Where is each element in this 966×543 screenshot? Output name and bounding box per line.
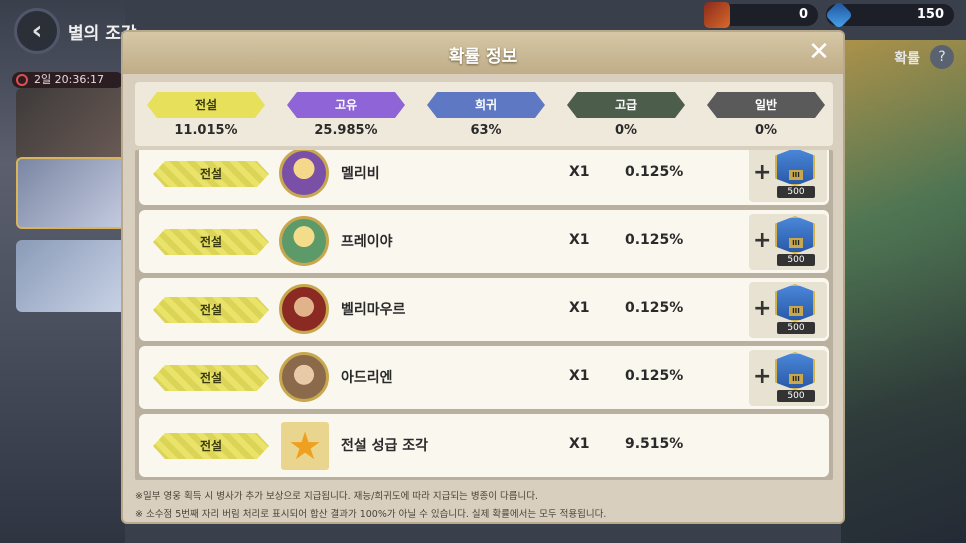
bonus-reward: + III 500 [749,214,827,270]
summary-legendary: 전설 11.015% [147,92,265,138]
summary-unique: 고유 25.985% [287,92,405,138]
close-icon[interactable]: ✕ [805,38,833,66]
hero-portrait [279,216,329,266]
grade-summary: 전설 11.015% 고유 25.985% 희귀 63% 고급 0% 일반 0% [135,82,833,146]
drop-rate: 0.125% [625,368,684,384]
rank-badge: III [789,306,803,316]
currency-1-value: 0 [798,7,808,22]
currency-2-value: 150 [916,7,944,22]
chest-icon [704,2,730,28]
plus-icon: + [753,228,772,253]
quantity: X1 [569,164,590,180]
quantity: X1 [569,232,590,248]
hero-portrait [279,150,329,198]
soldier-icon: III [775,284,815,322]
banner-thumbnail[interactable] [16,88,126,160]
grade-percent: 63% [470,123,502,138]
clock-icon [16,74,28,86]
list-item: 전설 아드리엔 X1 0.125% + III 500 [139,346,829,409]
back-button[interactable]: ‹ [14,8,60,54]
grade-badge: 전설 [153,365,269,391]
list-item: 전설 ★ 전설 성급 조각 X1 9.515% [139,414,829,477]
grade-pill: 고유 [287,92,405,118]
grade-badge: 전설 [153,433,269,459]
grade-percent: 0% [754,123,778,138]
drop-rate: 0.125% [625,164,684,180]
grade-pill: 전설 [147,92,265,118]
chevron-left-icon: ‹ [31,16,43,46]
reward-list[interactable]: 전설 멜리비 X1 0.125% + III 500 전설 프레이야 X1 0.… [135,150,833,480]
currency-counter-1: 0 [704,2,818,28]
soldier-icon: III [775,150,815,186]
banner-thumbnail[interactable] [16,240,126,312]
grade-percent: 0% [614,123,638,138]
help-icon[interactable]: ? [930,45,954,69]
grade-badge: 전설 [153,297,269,323]
rank-badge: III [789,170,803,180]
footnote: ※일부 영웅 획득 시 병사가 추가 보상으로 지급됩니다. 재능/희귀도에 따… [135,491,539,502]
probability-modal: 확률 정보 ✕ 전설 11.015% 고유 25.985% 희귀 63% 고급 … [121,30,845,524]
hero-name: 벨리마우르 [341,302,406,318]
grade-percent: 11.015% [174,123,238,138]
quantity: X1 [569,300,590,316]
grade-badge: 전설 [153,229,269,255]
bonus-count: 500 [777,390,815,402]
soldier-icon: III [775,216,815,254]
item-name: 전설 성급 조각 [341,438,429,454]
drop-rate: 9.515% [625,436,684,452]
footnote: ※ 소수점 5번째 자리 버림 처리로 표시되어 합산 결과가 100%가 아닐… [135,509,607,520]
modal-title: 확률 정보 [448,47,518,67]
timer-text: 2일 20:36:17 [34,73,105,86]
drop-rate: 0.125% [625,300,684,316]
bonus-reward: + III 500 [749,350,827,406]
plus-icon: + [753,296,772,321]
drop-rate: 0.125% [625,232,684,248]
summary-rare: 희귀 63% [427,92,545,138]
rank-badge: III [789,238,803,248]
bonus-count: 500 [777,254,815,266]
grade-badge: 전설 [153,161,269,187]
bonus-reward: + III 500 [749,150,827,202]
hero-name: 프레이야 [341,234,393,250]
currency-counter-2: 150 [824,0,954,30]
star-fragment-icon: ★ [281,422,329,470]
rank-badge: III [789,374,803,384]
probability-link[interactable]: 확률 [894,48,920,68]
event-timer: 2일 20:36:17 [12,72,124,88]
list-item: 전설 프레이야 X1 0.125% + III 500 [139,210,829,273]
hero-name: 멜리비 [341,166,380,182]
bonus-reward: + III 500 [749,282,827,338]
grade-pill: 고급 [567,92,685,118]
hero-name: 아드리엔 [341,370,393,386]
summary-normal: 일반 0% [707,92,825,138]
footnotes: ※일부 영웅 획득 시 병사가 추가 보상으로 지급됩니다. 재능/희귀도에 따… [135,488,835,524]
grade-pill: 희귀 [427,92,545,118]
modal-header: 확률 정보 ✕ [123,32,843,74]
bonus-count: 500 [777,322,815,334]
summary-advanced: 고급 0% [567,92,685,138]
grade-percent: 25.985% [314,123,378,138]
plus-icon: + [753,160,772,185]
list-item: 전설 멜리비 X1 0.125% + III 500 [139,150,829,205]
bonus-count: 500 [777,186,815,198]
soldier-icon: III [775,352,815,390]
hero-artwork [841,40,966,543]
quantity: X1 [569,436,590,452]
hero-portrait [279,284,329,334]
hero-portrait [279,352,329,402]
list-item: 전설 벨리마우르 X1 0.125% + III 500 [139,278,829,341]
quantity: X1 [569,368,590,384]
banner-thumbnail-selected[interactable] [16,157,126,229]
plus-icon: + [753,364,772,389]
grade-pill: 일반 [707,92,825,118]
